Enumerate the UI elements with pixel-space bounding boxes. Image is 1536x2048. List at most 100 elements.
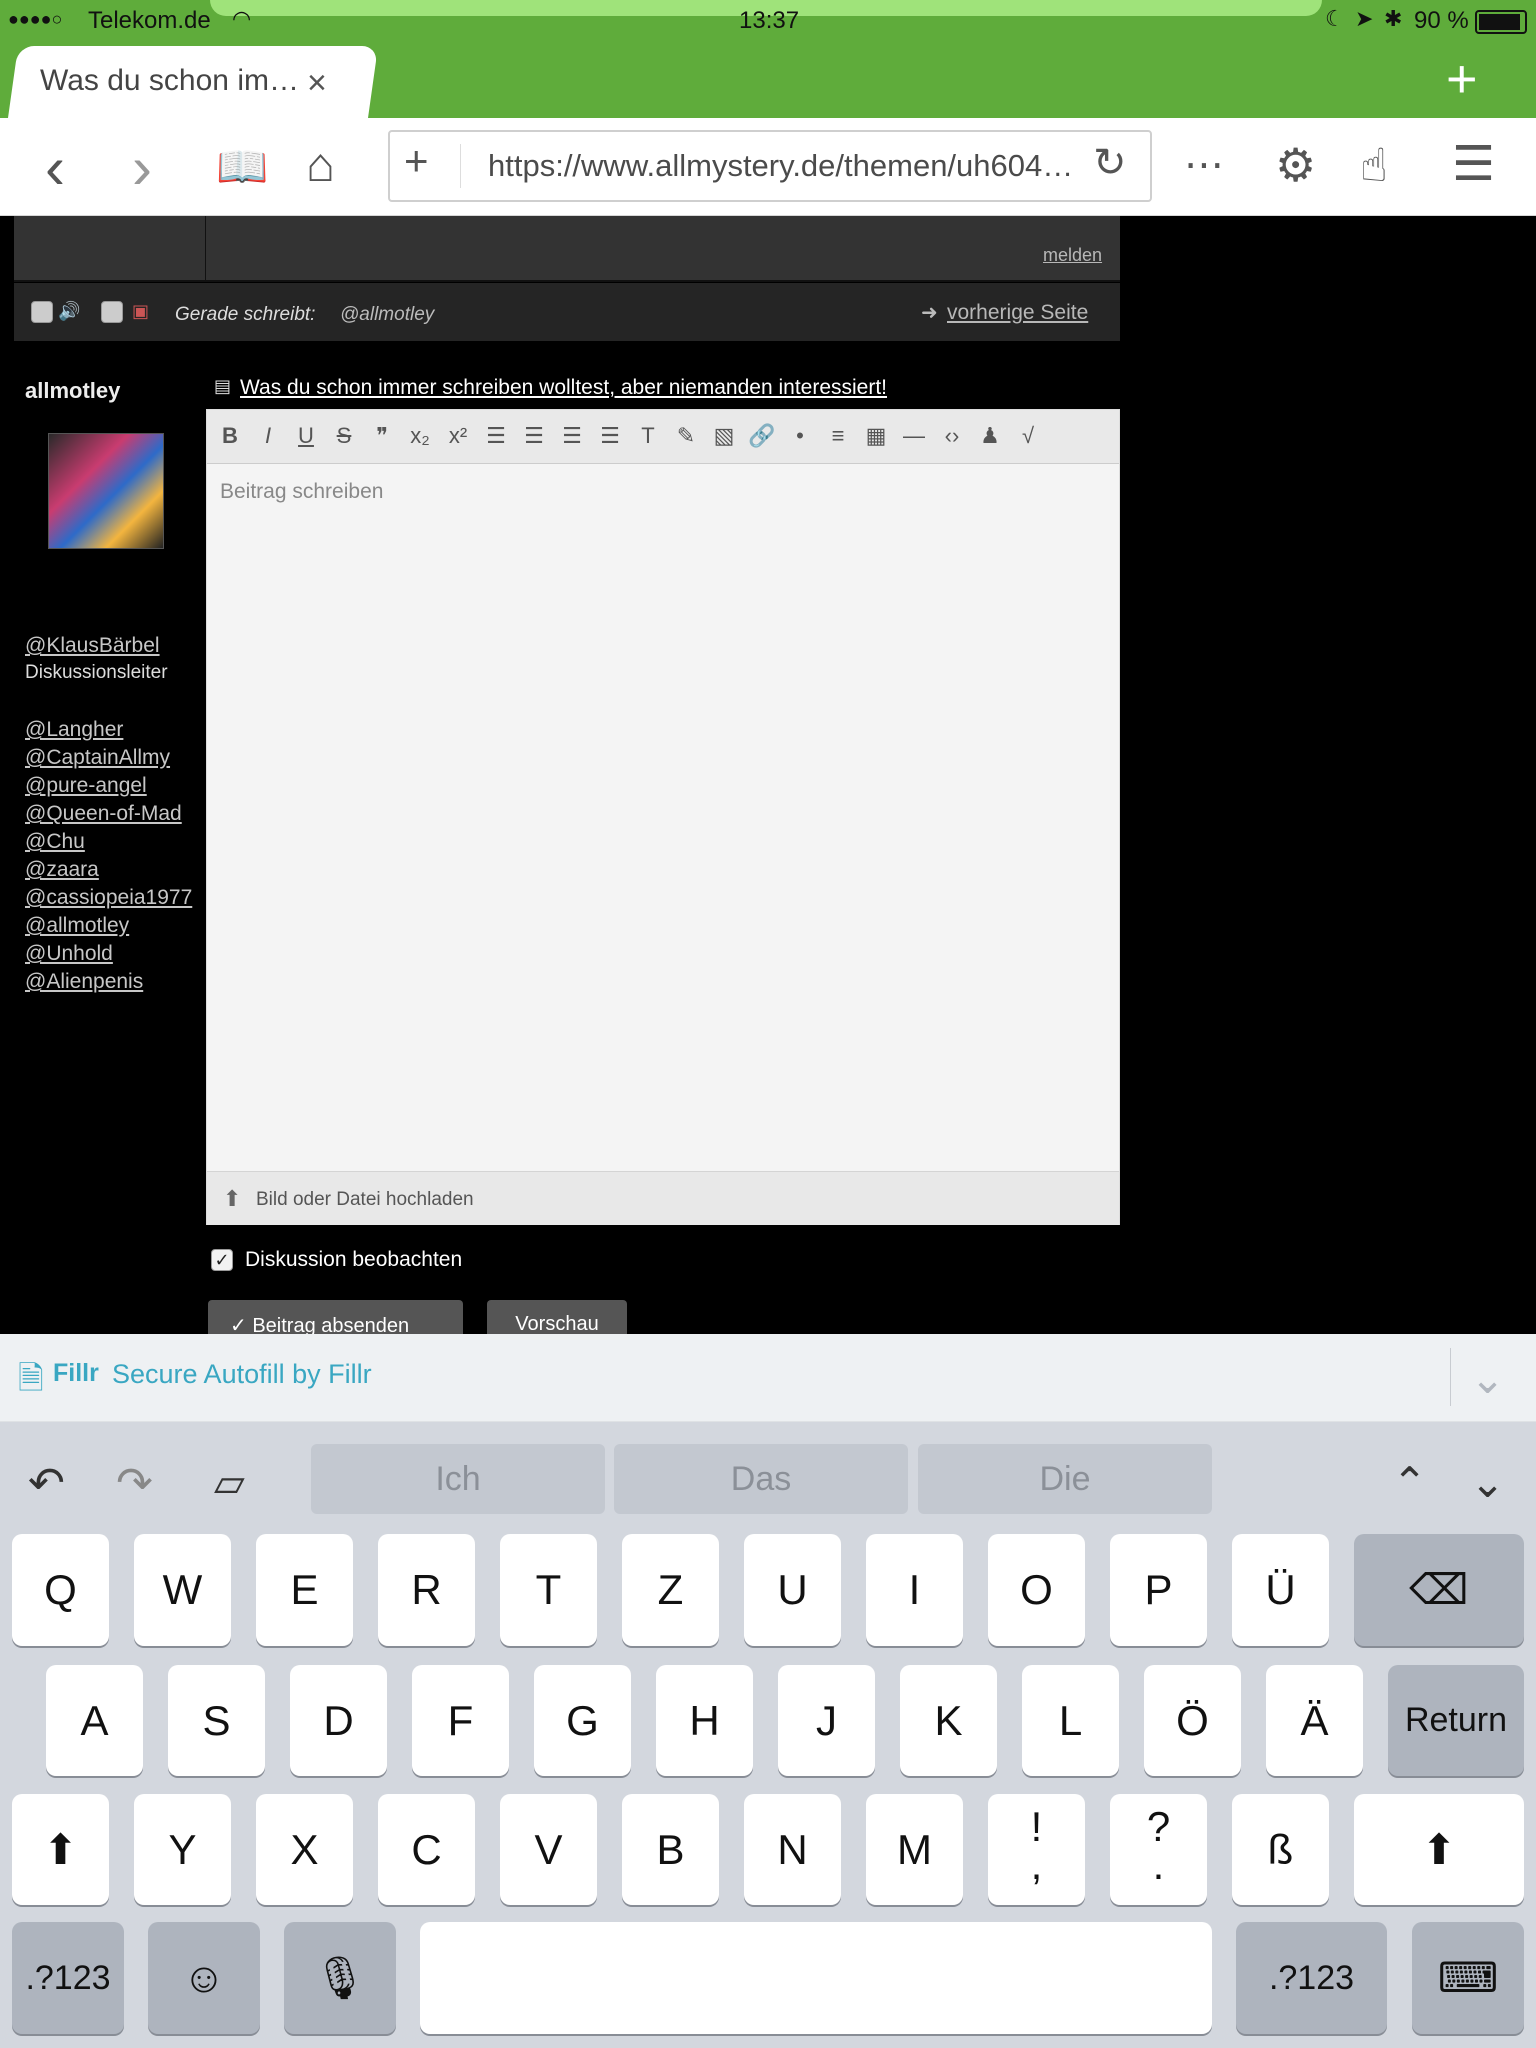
underline-icon[interactable]: U bbox=[291, 420, 321, 452]
sound-toggle[interactable] bbox=[31, 301, 53, 323]
pencil-icon[interactable]: ✎ bbox=[671, 420, 701, 452]
new-tab-icon[interactable]: + bbox=[1446, 52, 1478, 106]
spoiler-icon[interactable]: ♟ bbox=[975, 420, 1005, 452]
key[interactable]: E bbox=[256, 1534, 353, 1646]
suggestion[interactable]: Das bbox=[614, 1444, 908, 1514]
settings-icon[interactable]: ⚙ bbox=[1275, 138, 1316, 192]
key[interactable]: Ü bbox=[1232, 1534, 1329, 1646]
horizontal-rule-icon[interactable]: — bbox=[899, 420, 929, 452]
mention-link[interactable]: @zaara bbox=[25, 858, 99, 882]
hide-keyboard-key[interactable]: ⌨ bbox=[1412, 1922, 1524, 2034]
mention-link[interactable]: @cassiopeia1977 bbox=[25, 886, 192, 910]
mention-link[interactable]: @pure-angel bbox=[25, 774, 147, 798]
numbers-key[interactable]: .?123 bbox=[1236, 1922, 1387, 2034]
subscript-icon[interactable]: x₂ bbox=[405, 420, 435, 452]
key[interactable]: D bbox=[290, 1665, 387, 1776]
formula-icon[interactable]: √ bbox=[1013, 420, 1043, 452]
mention-link[interactable]: @allmotley bbox=[25, 914, 129, 938]
leader-link[interactable]: @KlausBärbel bbox=[25, 634, 160, 658]
mention-link[interactable]: @Unhold bbox=[25, 942, 113, 966]
space-key[interactable] bbox=[420, 1922, 1212, 2034]
key[interactable]: X bbox=[256, 1794, 353, 1905]
sharp-s-key[interactable]: ß bbox=[1232, 1794, 1329, 1905]
align-right-icon[interactable]: ☰ bbox=[557, 420, 587, 452]
key[interactable]: Z bbox=[622, 1534, 719, 1646]
emoji-key[interactable]: ☺ bbox=[148, 1922, 260, 2034]
key[interactable]: U bbox=[744, 1534, 841, 1646]
collapse-fillr-icon[interactable]: ⌄ bbox=[1470, 1354, 1505, 1403]
undo-icon[interactable]: ↶ bbox=[28, 1458, 65, 1509]
key[interactable]: N bbox=[744, 1794, 841, 1905]
menu-icon[interactable]: ☰ bbox=[1452, 136, 1495, 192]
mention-link[interactable]: @Chu bbox=[25, 830, 85, 854]
key[interactable]: H bbox=[656, 1665, 753, 1776]
key[interactable]: A bbox=[46, 1665, 143, 1776]
key[interactable]: Ä bbox=[1266, 1665, 1363, 1776]
fillr-bar[interactable]: 🗎 Fillr Secure Autofill by Fillr ⌄ bbox=[0, 1334, 1536, 1422]
key[interactable]: V bbox=[500, 1794, 597, 1905]
forward-icon[interactable]: › bbox=[132, 138, 152, 198]
chevron-up-icon[interactable]: ⌃ bbox=[1392, 1458, 1427, 1507]
key[interactable]: I bbox=[866, 1534, 963, 1646]
mention-link[interactable]: @CaptainAllmy bbox=[25, 746, 170, 770]
upload-bar[interactable]: ⬆ Bild oder Datei hochladen bbox=[207, 1171, 1119, 1225]
quote-icon[interactable]: ❞ bbox=[367, 420, 397, 452]
key[interactable]: W bbox=[134, 1534, 231, 1646]
suggestion[interactable]: Ich bbox=[311, 1444, 605, 1514]
font-size-icon[interactable]: T bbox=[633, 420, 663, 452]
microphone-key[interactable]: 🎙 bbox=[284, 1922, 396, 2034]
key[interactable]: K bbox=[900, 1665, 997, 1776]
mention-link[interactable]: @Langher bbox=[25, 718, 123, 742]
key[interactable]: S bbox=[168, 1665, 265, 1776]
key[interactable]: M bbox=[866, 1794, 963, 1905]
shift-key[interactable]: ⬆ bbox=[1354, 1794, 1524, 1905]
align-center-icon[interactable]: ☰ bbox=[519, 420, 549, 452]
share-icon[interactable]: ⋯ bbox=[1184, 142, 1224, 188]
key[interactable]: Ö bbox=[1144, 1665, 1241, 1776]
thread-title[interactable]: Was du schon immer schreiben wolltest, a… bbox=[240, 376, 887, 400]
key[interactable]: R bbox=[378, 1534, 475, 1646]
report-link[interactable]: melden bbox=[1043, 245, 1102, 266]
punctuation-key[interactable]: ! , bbox=[988, 1794, 1085, 1905]
numbers-key[interactable]: .?123 bbox=[12, 1922, 124, 2034]
key[interactable]: P bbox=[1110, 1534, 1207, 1646]
redo-icon[interactable]: ↷ bbox=[116, 1458, 153, 1509]
add-bookmark-icon[interactable]: + bbox=[404, 137, 429, 185]
table-icon[interactable]: ▦ bbox=[861, 420, 891, 452]
key[interactable]: C bbox=[378, 1794, 475, 1905]
code-icon[interactable]: ‹› bbox=[937, 420, 967, 452]
punctuation-key[interactable]: ? . bbox=[1110, 1794, 1207, 1905]
image-icon[interactable]: ▧ bbox=[709, 420, 739, 452]
close-tab-icon[interactable]: × bbox=[307, 64, 327, 103]
gesture-icon[interactable]: ☝ bbox=[1360, 138, 1388, 192]
numbered-list-icon[interactable]: ≡ bbox=[823, 420, 853, 452]
key[interactable]: J bbox=[778, 1665, 875, 1776]
key[interactable]: Y bbox=[134, 1794, 231, 1905]
reload-icon[interactable]: ↻ bbox=[1093, 140, 1127, 186]
bold-icon[interactable]: B bbox=[215, 420, 245, 452]
username[interactable]: allmotley bbox=[25, 378, 120, 404]
strike-icon[interactable]: S bbox=[329, 420, 359, 452]
superscript-icon[interactable]: x² bbox=[443, 420, 473, 452]
previous-page-link[interactable]: vorherige Seite bbox=[947, 301, 1088, 325]
align-left-icon[interactable]: ☰ bbox=[481, 420, 511, 452]
delete-key[interactable]: ⌫ bbox=[1354, 1534, 1524, 1646]
avatar[interactable] bbox=[48, 433, 164, 549]
key[interactable]: T bbox=[500, 1534, 597, 1646]
key[interactable]: L bbox=[1022, 1665, 1119, 1776]
watch-checkbox[interactable]: ✓ bbox=[211, 1249, 233, 1271]
clipboard-icon[interactable]: ▱ bbox=[214, 1460, 245, 1506]
key[interactable]: G bbox=[534, 1665, 631, 1776]
suggestion[interactable]: Die bbox=[918, 1444, 1212, 1514]
link-icon[interactable]: 🔗 bbox=[747, 420, 777, 452]
key[interactable]: O bbox=[988, 1534, 1085, 1646]
return-key[interactable]: Return bbox=[1388, 1665, 1524, 1776]
url-text[interactable]: https://www.allmystery.de/themen/uh604… bbox=[488, 148, 1073, 184]
mention-link[interactable]: @Alienpenis bbox=[25, 970, 143, 994]
bookmarks-icon[interactable]: 📖 bbox=[216, 143, 268, 192]
justify-icon[interactable]: ☰ bbox=[595, 420, 625, 452]
shift-key[interactable]: ⬆ bbox=[12, 1794, 109, 1905]
key[interactable]: F bbox=[412, 1665, 509, 1776]
post-input[interactable]: Beitrag schreiben bbox=[220, 480, 383, 504]
chevron-down-icon[interactable]: ⌄ bbox=[1470, 1458, 1505, 1507]
